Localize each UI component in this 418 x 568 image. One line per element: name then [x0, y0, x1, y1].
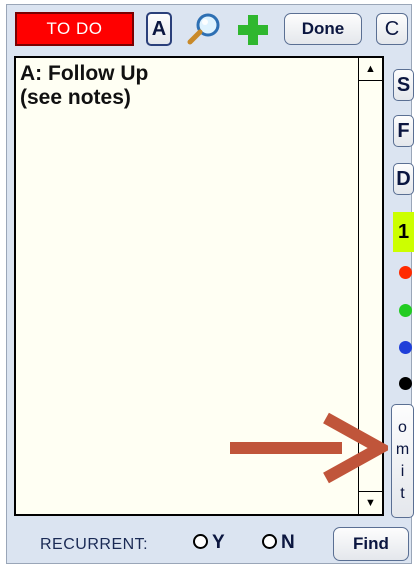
omit-letter-o: o: [398, 419, 407, 436]
blue-dot-icon[interactable]: [399, 341, 412, 354]
a-button[interactable]: A: [146, 12, 172, 46]
find-button-label: Find: [353, 534, 389, 553]
omit-button[interactable]: o m i t: [391, 404, 414, 518]
recurrent-yes-radio[interactable]: [193, 534, 208, 549]
annotation-arrow-icon: [230, 412, 388, 484]
f-button-label: F: [397, 119, 410, 142]
recurrent-yes-label: Y: [212, 532, 225, 553]
recurrent-label: RECURRENT:: [40, 536, 149, 553]
done-button-label: Done: [301, 19, 345, 38]
recurrent-no-radio[interactable]: [262, 534, 277, 549]
scroll-up-icon[interactable]: ▲: [359, 58, 382, 81]
d-button[interactable]: D: [393, 163, 414, 195]
magnifier-icon[interactable]: [186, 11, 224, 47]
recurrent-no-label: N: [281, 532, 295, 553]
red-dot-icon[interactable]: [399, 266, 412, 279]
notes-text: A: Follow Up (see notes): [20, 62, 149, 109]
omit-letter-i: i: [400, 463, 405, 480]
scroll-down-icon[interactable]: ▼: [359, 491, 382, 514]
c-button-label: C: [384, 17, 400, 40]
c-button[interactable]: C: [376, 13, 408, 45]
omit-letter-m: m: [395, 441, 410, 458]
s-button[interactable]: S: [393, 69, 414, 101]
find-button[interactable]: Find: [333, 527, 409, 561]
a-button-label: A: [151, 17, 167, 40]
done-button[interactable]: Done: [284, 13, 362, 45]
black-dot-icon[interactable]: [399, 377, 412, 390]
d-button-label: D: [396, 167, 411, 190]
f-button[interactable]: F: [393, 115, 414, 147]
priority-badge[interactable]: 1: [393, 212, 414, 252]
green-dot-icon[interactable]: [399, 304, 412, 317]
todo-status-label: TO DO: [46, 19, 103, 38]
todo-status-badge[interactable]: TO DO: [15, 12, 134, 46]
priority-value: 1: [397, 220, 410, 243]
s-button-label: S: [396, 73, 411, 96]
omit-letter-t: t: [400, 485, 405, 502]
plus-icon[interactable]: [235, 12, 271, 48]
